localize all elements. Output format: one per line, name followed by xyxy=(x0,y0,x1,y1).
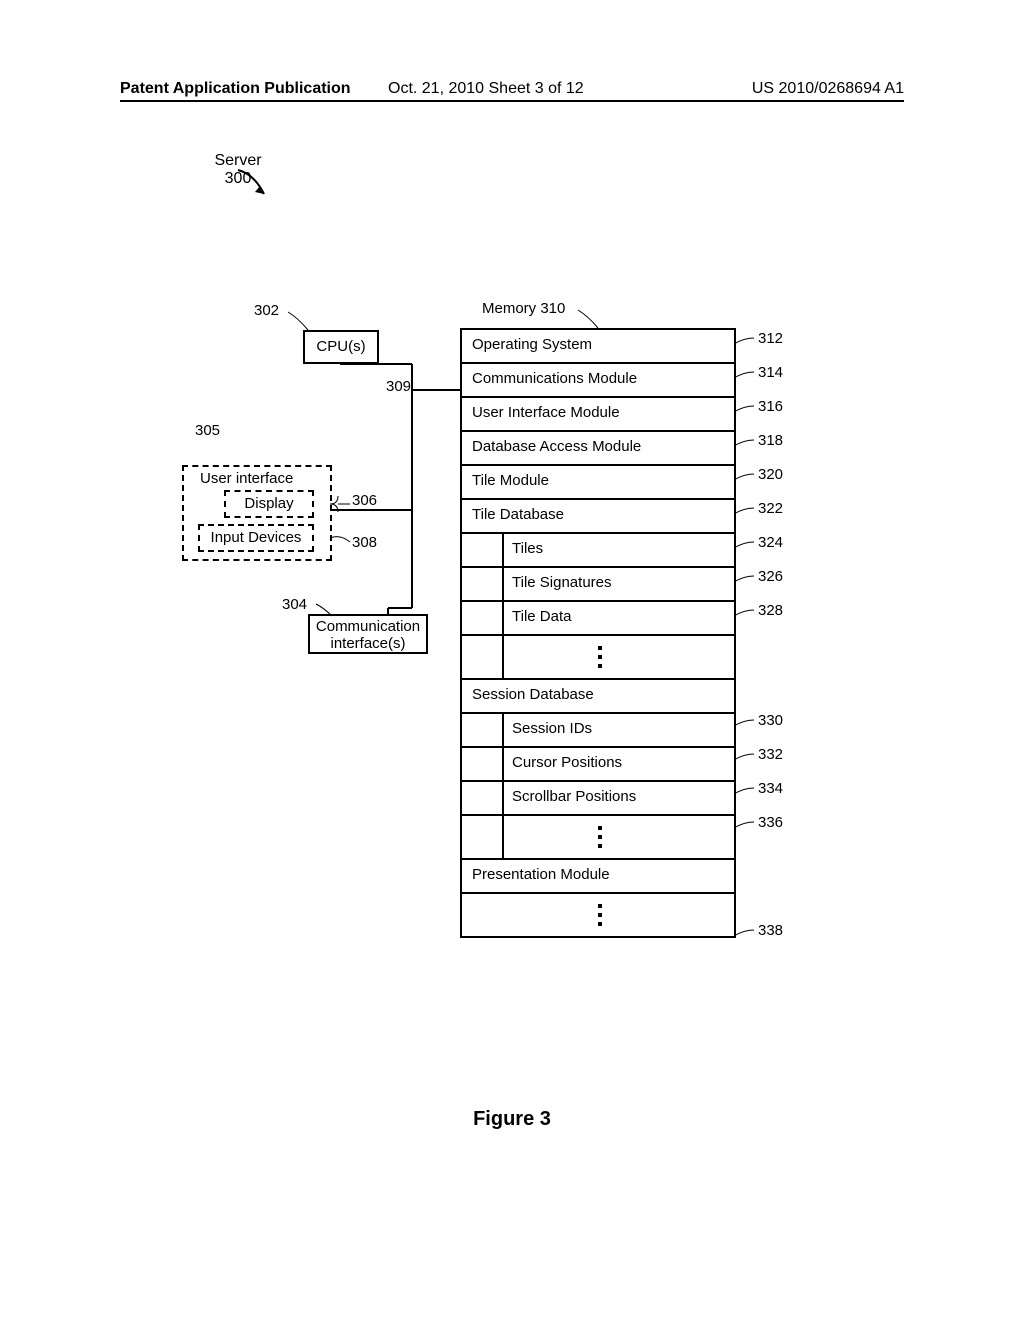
ref-320: 320 xyxy=(758,466,783,483)
display-box: Display xyxy=(224,490,314,518)
row-tile-database: Tile Database xyxy=(462,500,734,534)
ref-302: 302 xyxy=(254,302,279,319)
operating-system-label: Operating System xyxy=(472,336,592,353)
figure-caption: Figure 3 xyxy=(0,1108,1024,1131)
ui-label: User interface xyxy=(200,470,293,487)
tile-module-label: Tile Module xyxy=(472,472,549,489)
page-header: Patent Application Publication Oct. 21, … xyxy=(120,82,904,102)
server-text: Server xyxy=(214,152,261,169)
row-end-dots xyxy=(462,894,734,938)
session-database-label: Session Database xyxy=(472,686,594,703)
row-user-interface-module: User Interface Module xyxy=(462,398,734,432)
tile-data-label: Tile Data xyxy=(512,608,571,625)
database-access-module-label: Database Access Module xyxy=(472,438,641,455)
input-devices-box: Input Devices xyxy=(198,524,314,552)
ref-316: 316 xyxy=(758,398,783,415)
ref-326: 326 xyxy=(758,568,783,585)
row-tile-data: Tile Data xyxy=(462,602,734,636)
row-operating-system: Operating System xyxy=(462,330,734,364)
memory-label-lead xyxy=(576,308,602,330)
ref-328: 328 xyxy=(758,602,783,619)
ref-302-lead xyxy=(286,310,316,332)
display-label: Display xyxy=(244,495,293,512)
cpu-box: CPU(s) xyxy=(303,330,379,364)
comm-line1: Communication xyxy=(316,618,420,635)
ref-308: 308 xyxy=(352,534,377,551)
tile-signatures-label: Tile Signatures xyxy=(512,574,612,591)
ref-336: 336 xyxy=(758,814,783,831)
ref-324: 324 xyxy=(758,534,783,551)
user-interface-module-label: User Interface Module xyxy=(472,404,620,421)
ref-304: 304 xyxy=(282,596,307,613)
row-tiles: Tiles xyxy=(462,534,734,568)
ref-314: 314 xyxy=(758,364,783,381)
presentation-module-label: Presentation Module xyxy=(472,866,610,883)
server-arrow-icon xyxy=(236,168,276,208)
memory-column: Operating System Communications Module U… xyxy=(460,328,736,938)
memory-label: Memory 310 xyxy=(482,300,565,317)
header-mid: Oct. 21, 2010 Sheet 3 of 12 xyxy=(388,80,584,98)
ref-306: 306 xyxy=(352,492,377,509)
row-tile-signatures: Tile Signatures xyxy=(462,568,734,602)
ref-338: 338 xyxy=(758,922,783,939)
row-tile-dots xyxy=(462,636,734,680)
session-ids-label: Session IDs xyxy=(512,720,592,737)
ref-306-lead xyxy=(330,494,354,514)
ref-312: 312 xyxy=(758,330,783,347)
row-tile-module: Tile Module xyxy=(462,466,734,500)
ref-322: 322 xyxy=(758,500,783,517)
row-communications-module: Communications Module xyxy=(462,364,734,398)
scrollbar-positions-label: Scrollbar Positions xyxy=(512,788,636,805)
communication-interfaces-box: Communication interface(s) xyxy=(308,614,428,654)
ref-318: 318 xyxy=(758,432,783,449)
ref-334: 334 xyxy=(758,780,783,797)
communications-module-label: Communications Module xyxy=(472,370,637,387)
row-presentation-module: Presentation Module xyxy=(462,860,734,894)
row-scrollbar-positions: Scrollbar Positions xyxy=(462,782,734,816)
ref-330: 330 xyxy=(758,712,783,729)
comm-line2: interface(s) xyxy=(330,635,405,652)
row-session-ids: Session IDs xyxy=(462,714,734,748)
cpu-label: CPU(s) xyxy=(316,338,365,355)
ref-332: 332 xyxy=(758,746,783,763)
ref-305: 305 xyxy=(195,422,220,439)
row-cursor-positions: Cursor Positions xyxy=(462,748,734,782)
tiles-label: Tiles xyxy=(512,540,543,557)
header-right: US 2010/0268694 A1 xyxy=(752,80,904,98)
ref-308-lead xyxy=(330,530,354,550)
input-devices-label: Input Devices xyxy=(211,529,302,546)
row-database-access-module: Database Access Module xyxy=(462,432,734,466)
row-session-database: Session Database xyxy=(462,680,734,714)
row-session-dots xyxy=(462,816,734,860)
cursor-positions-label: Cursor Positions xyxy=(512,754,622,771)
tile-database-label: Tile Database xyxy=(472,506,564,523)
header-left: Patent Application Publication xyxy=(120,80,351,98)
ref-309: 309 xyxy=(386,378,411,395)
